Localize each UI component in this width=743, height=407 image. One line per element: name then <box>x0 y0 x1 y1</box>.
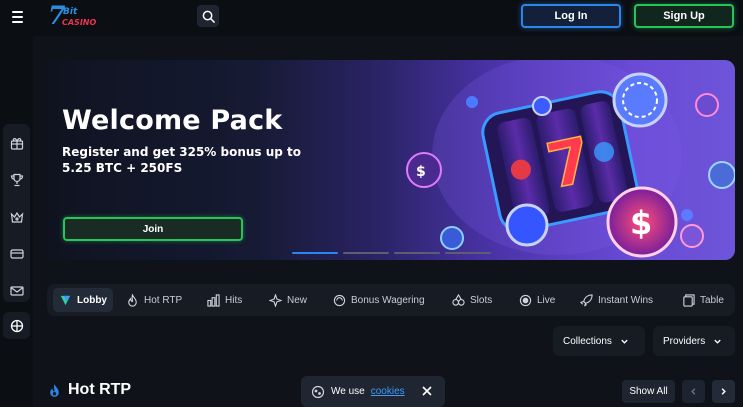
promo-banner[interactable]: 7 $ $ Welcome Pack Register and get 325%… <box>47 60 735 260</box>
search-icon <box>202 10 215 23</box>
chevron-left-icon <box>691 388 696 395</box>
show-all-button[interactable]: Show All <box>622 380 675 403</box>
prev-button[interactable] <box>682 380 705 403</box>
banner-title: Welcome Pack <box>62 105 283 136</box>
cookie-icon <box>311 385 325 398</box>
collections-label: Collections <box>563 335 612 347</box>
collections-dropdown[interactable]: Collections <box>553 326 645 356</box>
tab-label: Bonus Wagering <box>351 294 425 306</box>
join-button[interactable]: Join <box>63 217 243 241</box>
carousel-dot[interactable] <box>394 252 440 254</box>
chevron-down-icon <box>714 339 721 344</box>
carousel-dot[interactable] <box>292 252 338 254</box>
table-icon <box>683 293 695 307</box>
sidebar <box>0 36 33 407</box>
tab-label: Lobby <box>77 294 107 306</box>
login-button[interactable]: Log In <box>521 4 621 28</box>
tab-label: Instant Wins <box>598 294 654 306</box>
svg-text:$: $ <box>630 204 652 242</box>
section-header: Hot RTP <box>47 381 131 399</box>
tab-new[interactable]: New <box>263 288 313 312</box>
tab-label: New <box>287 294 308 306</box>
cookie-notice: We use cookies <box>301 376 445 407</box>
mail-icon[interactable] <box>9 283 24 298</box>
logo-casino: CASINO <box>62 18 97 27</box>
logo[interactable]: 7 Bit CASINO <box>48 1 96 30</box>
card-icon[interactable] <box>9 246 24 261</box>
tab-slots[interactable]: Slots <box>446 288 498 312</box>
tab-instant-wins[interactable]: Instant Wins <box>574 288 659 312</box>
slots-icon <box>452 293 465 306</box>
crown-icon[interactable] <box>9 209 24 224</box>
carousel-dot[interactable] <box>445 252 491 254</box>
tab-label: Table <box>700 294 724 306</box>
gift-icon[interactable] <box>9 135 24 150</box>
logo-bit: Bit <box>63 7 78 17</box>
lobby-icon <box>60 295 71 305</box>
sidebar-icon-group <box>3 124 30 302</box>
hits-icon <box>207 293 220 307</box>
flame-icon <box>128 293 137 307</box>
section-title: Hot RTP <box>68 381 132 398</box>
menu-icon[interactable] <box>6 6 28 28</box>
cookie-text: We use <box>331 386 365 397</box>
banner-subtitle: Register and get 325% bonus up to 5.25 B… <box>62 145 302 175</box>
tab-label: Hot RTP <box>144 294 183 306</box>
category-bar: Lobby Hot RTP Hits New Bonus Wagering Sl… <box>47 284 735 316</box>
chevron-down-icon <box>621 339 628 344</box>
tab-lobby[interactable]: Lobby <box>53 288 113 312</box>
carousel-dot[interactable] <box>343 252 389 254</box>
carousel-indicators <box>292 252 491 254</box>
tab-table[interactable]: Table <box>676 288 730 312</box>
tab-hits[interactable]: Hits <box>201 288 248 312</box>
tab-live[interactable]: Live <box>513 288 561 312</box>
sparkle-icon <box>269 293 282 307</box>
top-bar: 7 Bit CASINO Log In Sign Up <box>0 0 743 36</box>
tab-label: Hits <box>225 294 243 306</box>
cookie-link[interactable]: cookies <box>371 386 405 397</box>
sports-icon[interactable] <box>3 312 30 339</box>
trophy-icon[interactable] <box>9 172 24 187</box>
bonus-icon <box>333 294 346 306</box>
flame-icon <box>50 383 59 397</box>
next-button[interactable] <box>712 380 735 403</box>
close-icon[interactable] <box>421 385 433 397</box>
tab-bonus-wagering[interactable]: Bonus Wagering <box>327 288 431 312</box>
live-icon <box>519 294 532 306</box>
search-button[interactable] <box>197 5 219 27</box>
tab-hot-rtp[interactable]: Hot RTP <box>120 288 188 312</box>
providers-label: Providers <box>663 335 706 347</box>
rocket-icon <box>580 293 593 306</box>
signup-button[interactable]: Sign Up <box>634 4 734 28</box>
slot-machine-illustration: 7 $ $ <box>406 60 735 258</box>
tab-label: Slots <box>470 294 493 306</box>
chevron-right-icon <box>721 388 726 395</box>
providers-dropdown[interactable]: Providers <box>653 326 735 356</box>
svg-text:$: $ <box>416 164 426 180</box>
tab-label: Live <box>537 294 556 306</box>
